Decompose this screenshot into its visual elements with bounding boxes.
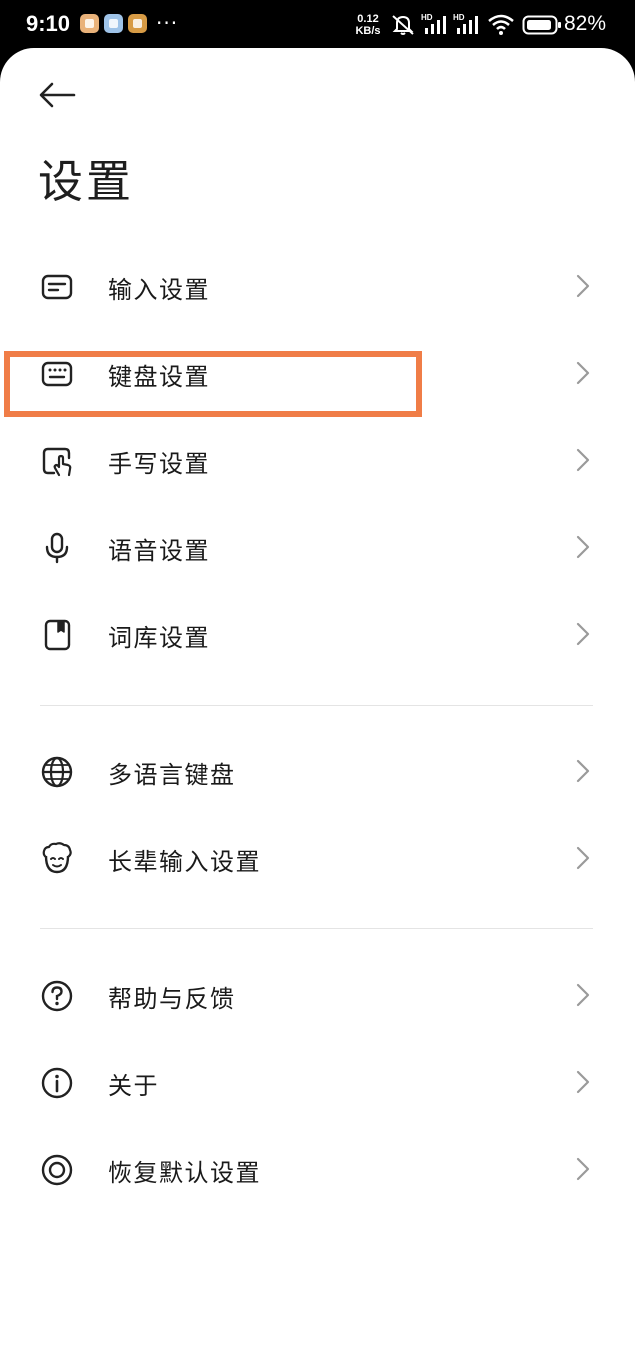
chevron-right-icon [572, 447, 594, 473]
network-speed-unit: KB/s [355, 25, 381, 37]
microphone-icon [38, 529, 76, 567]
menu-item-keyboard-settings[interactable]: 键盘设置 [0, 333, 635, 413]
menu-item-label: 语音设置 [108, 537, 210, 565]
menu-item-handwriting-settings[interactable]: 手写设置 [0, 420, 635, 500]
settings-page: 设置 输入设置 键盘设置 手写设置 语音设置 词库设置 多语言键盘 长辈输入设置… [0, 48, 635, 1363]
battery-percent: 82% [564, 12, 607, 35]
menu-item-restore-defaults[interactable]: 恢复默认设置 [0, 1129, 635, 1209]
chevron-right-icon [572, 273, 594, 299]
help-icon [38, 977, 76, 1015]
menu-item-help-feedback[interactable]: 帮助与反馈 [0, 955, 635, 1035]
app-notification-icon [128, 14, 147, 33]
battery-icon [522, 15, 561, 35]
menu-item-dictionary-settings[interactable]: 词库设置 [0, 594, 635, 674]
chevron-right-icon [572, 621, 594, 647]
menu-item-label: 多语言键盘 [108, 761, 236, 789]
signal-hd-icon: HD [421, 13, 446, 34]
menu-item-label: 长辈输入设置 [108, 848, 261, 876]
menu-item-about[interactable]: 关于 [0, 1042, 635, 1122]
chevron-right-icon [572, 758, 594, 784]
globe-icon [38, 753, 76, 791]
status-time: 9:10 [26, 11, 71, 36]
menu-item-label: 词库设置 [108, 624, 210, 652]
menu-item-label: 手写设置 [108, 450, 210, 478]
chevron-right-icon [572, 360, 594, 386]
network-speed-value: 0.12 [357, 13, 379, 25]
menu-item-label: 帮助与反馈 [108, 985, 236, 1013]
network-speed: 0.12 KB/s [353, 13, 383, 37]
menu-item-voice-settings[interactable]: 语音设置 [0, 507, 635, 587]
dictionary-icon [38, 616, 76, 654]
menu-item-label: 键盘设置 [108, 363, 210, 391]
notification-icons: ··· [80, 11, 179, 35]
menu-item-label: 关于 [108, 1072, 159, 1100]
section-divider [40, 705, 593, 706]
handwriting-icon [38, 442, 76, 480]
back-button[interactable] [34, 75, 80, 115]
keyboard-icon [38, 355, 76, 393]
chevron-right-icon [572, 982, 594, 1008]
status-bar: 9:10 ··· 0.12 KB/s HD HD 82% [0, 0, 635, 52]
menu-item-label: 恢复默认设置 [108, 1159, 261, 1187]
more-notifications-icon: ··· [156, 11, 179, 35]
chevron-right-icon [572, 534, 594, 560]
mute-bell-icon [392, 15, 414, 35]
app-notification-icon [104, 14, 123, 33]
menu-item-label: 输入设置 [108, 276, 210, 304]
chevron-right-icon [572, 1069, 594, 1095]
svg-text:HD: HD [453, 13, 465, 22]
page-title: 设置 [38, 155, 135, 208]
svg-text:HD: HD [421, 13, 433, 22]
menu-item-multilingual-keyboard[interactable]: 多语言键盘 [0, 731, 635, 811]
menu-item-input-settings[interactable]: 输入设置 [0, 246, 635, 326]
chevron-right-icon [572, 1156, 594, 1182]
signal-hd-icon: HD [453, 13, 478, 34]
elder-face-icon [38, 840, 76, 878]
menu-item-elder-input-settings[interactable]: 长辈输入设置 [0, 818, 635, 898]
restore-icon [38, 1151, 76, 1189]
section-divider [40, 928, 593, 929]
wifi-icon [488, 14, 514, 35]
info-icon [38, 1064, 76, 1102]
app-notification-icon [80, 14, 99, 33]
input-box-icon [38, 268, 76, 306]
chevron-right-icon [572, 845, 594, 871]
arrow-left-icon [39, 82, 76, 108]
